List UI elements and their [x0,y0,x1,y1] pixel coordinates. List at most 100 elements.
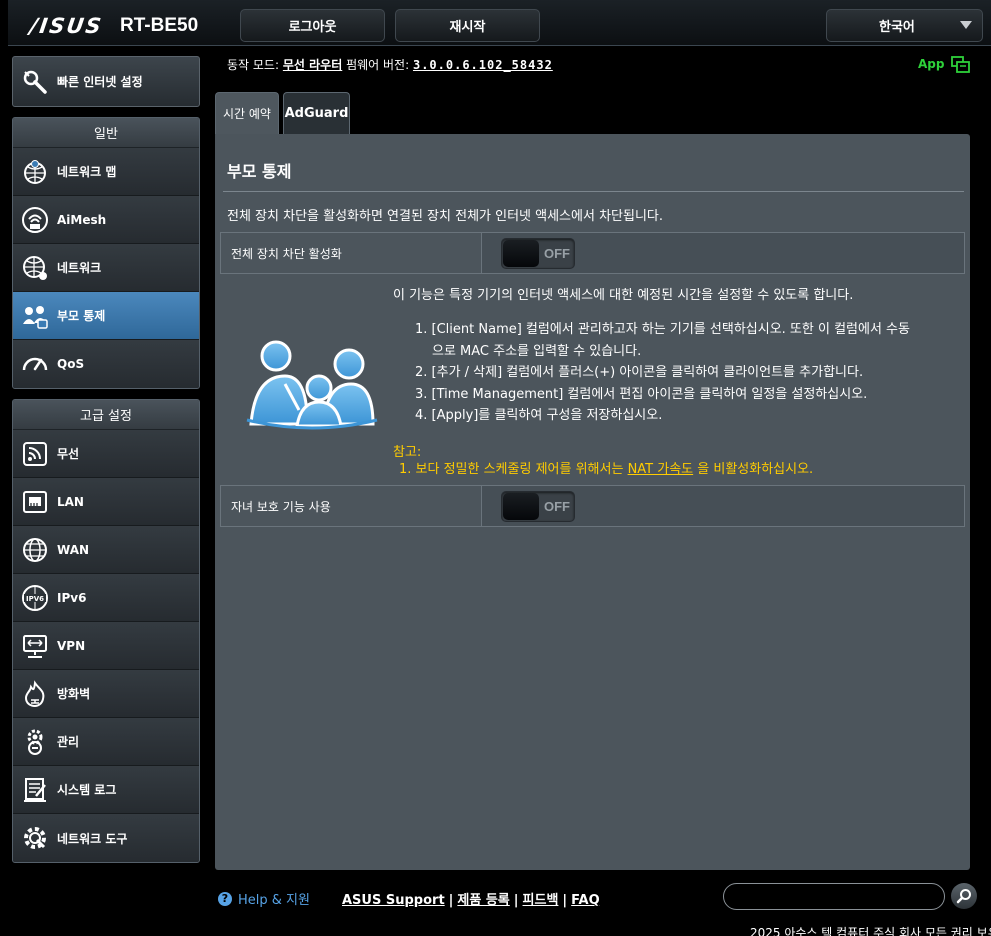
parental-control-label: 자녀 보호 기능 사용 [221,486,482,526]
quick-setup-label: 빠른 인터넷 설정 [57,75,143,89]
faq-link[interactable]: FAQ [571,893,600,908]
logout-button[interactable]: 로그아웃 [240,9,385,42]
step-4: 4. [Apply]를 클릭하여 구성을 저장하십시오. [415,408,663,424]
vpn-icon [23,634,47,658]
toggle-knob [503,239,539,267]
sidebar-item-label: 관리 [57,735,80,749]
parental-control-icon [23,305,48,329]
sidebar-item-label: 무선 [57,447,80,461]
sidebar-item-label: 네트워크 맵 [57,165,117,179]
wan-globe-icon [23,537,47,562]
reboot-button[interactable]: 재시작 [395,9,540,42]
wireless-icon [23,441,47,466]
sidebar-item-parental-control[interactable]: 부모 통제 [13,292,199,340]
footer-links: ASUS Support | 제품 등록 | 피드백 | FAQ [342,893,600,908]
copyright-text: 2025 아수스 텍 컴퓨터 주식 회사 모든 권리 보유. [750,926,991,936]
note-item: 1. 보다 정밀한 스케줄링 제어를 위해서는 NAT 가속도 을 비활성화하십… [399,458,813,477]
app-link[interactable]: App [918,57,944,71]
sidebar-item-label: LAN [57,494,84,509]
svg-text:IPV6: IPV6 [26,595,44,603]
sidebar-item-wan[interactable]: WAN [13,526,199,574]
network-tools-icon [24,827,46,849]
firmware-version-link[interactable]: 3.0.0.6.102_58432 [413,58,553,72]
sidebar-item-aimesh[interactable]: AiMesh [13,196,199,244]
nat-acceleration-link[interactable]: NAT 가속도 [628,462,694,477]
advanced-menu: 고급 설정 무선 LAN WAN IPV6 IPv6 VPN 방화벽 관리 시스… [12,399,200,863]
parental-control-panel: 부모 통제 전체 장치 차단을 활성화하면 연결된 장치 전체가 인터넷 액세스… [215,134,970,870]
sidebar-item-label: IPv6 [57,590,87,605]
sidebar-item-ipv6[interactable]: IPV6 IPv6 [13,574,199,622]
page-title: 부모 통제 [227,162,292,181]
block-all-label: 전체 장치 차단 활성화 [221,233,482,273]
feedback-link[interactable]: 피드백 [523,893,559,908]
note-suffix: 을 비활성화하십시오. [697,462,814,477]
help-question-icon: ? [218,891,232,906]
note-prefix: 1. 보다 정밀한 스케줄링 제어를 위해서는 [399,462,624,477]
step-1-continued: 으로 MAC 주소를 입력할 수 있습니다. [432,343,642,359]
sidebar-item-label: VPN [57,638,86,653]
network-globe-icon [23,255,47,280]
parental-control-toggle[interactable]: OFF [501,490,575,522]
asus-support-link[interactable]: ASUS Support [342,893,445,908]
administration-icon [27,729,43,755]
router-model: RT-BE50 [120,15,199,36]
step-2: 2. [추가 / 삭제] 컬럼에서 플러스(+) 아이콘을 클릭하여 클라이언트… [415,365,864,381]
sidebar-item-label: 네트워크 [57,261,102,275]
sidebar-item-network-tools[interactable]: 네트워크 도구 [13,814,199,862]
toggle-state: OFF [544,245,570,261]
sidebar-item-system-log[interactable]: 시스템 로그 [13,766,199,814]
search-button[interactable] [951,883,977,909]
sidebar-item-label: 시스템 로그 [57,783,117,797]
tab-time-scheduling[interactable]: 시간 예약 [215,92,279,134]
top-header: /ISUS RT-BE50 로그아웃 재시작 한국어 [8,0,991,46]
sidebar-item-label: AiMesh [57,212,107,227]
mode-label: 동작 모드: [227,58,280,72]
language-select[interactable]: 한국어 [826,9,983,42]
page-description: 전체 장치 차단을 활성화하면 연결된 장치 전체가 인터넷 액세스에서 차단됩… [227,209,664,224]
general-heading: 일반 [13,118,199,148]
app-devices-icon[interactable] [951,55,971,75]
block-all-toggle[interactable]: OFF [501,237,575,269]
sidebar-item-network-map[interactable]: 네트워크 맵 [13,148,199,196]
step-1: 1. [Client Name] 컬럼에서 관리하고자 하는 기기를 선택하십시… [415,322,910,337]
sidebar-item-vpn[interactable]: VPN [13,622,199,670]
general-menu: 일반 네트워크 맵 AiMesh 네트워크 부모 통제 QoS [12,117,200,389]
ipv6-icon: IPV6 [22,584,48,611]
language-value: 한국어 [879,20,915,35]
quick-internet-setup-button[interactable]: 빠른 인터넷 설정 [12,56,200,107]
sidebar-item-wireless[interactable]: 무선 [13,430,199,478]
sidebar-item-label: WAN [57,542,90,557]
sidebar-item-label: 부모 통제 [57,309,106,323]
block-all-row: 전체 장치 차단 활성화 OFF [220,232,965,274]
sidebar-item-label: 방화벽 [57,687,91,701]
sidebar-item-lan[interactable]: LAN [13,478,199,526]
aimesh-icon [22,206,48,233]
title-divider [223,191,964,192]
firmware-label: 펌웨어 버전: [346,58,410,72]
instruction-steps: 1. [Client Name] 컬럼에서 관리하고자 하는 기기를 선택하십시… [415,319,910,427]
sidebar-item-administration[interactable]: 관리 [13,718,199,766]
step-3: 3. [Time Management] 컬럼에서 편집 아이콘을 클릭하여 일… [415,386,868,402]
family-illustration [246,340,378,430]
search-icon [956,889,971,904]
sidebar-item-qos[interactable]: QoS [13,340,199,388]
tab-adguard[interactable]: AdGuard [283,92,350,134]
search-input[interactable] [723,883,945,910]
parental-control-row: 자녀 보호 기능 사용 OFF [220,485,965,527]
firewall-icon [24,679,45,707]
network-map-icon [24,159,46,184]
quick-setup-wrench-icon [23,70,47,94]
toggle-knob [503,492,539,520]
operation-mode-link[interactable]: 무선 라우터 [283,58,342,72]
feature-intro: 이 기능은 특정 기기의 인터넷 액세스에 대한 예정된 시간을 설정할 수 있… [393,288,854,303]
system-log-icon [24,777,46,802]
sidebar-item-network[interactable]: 네트워크 [13,244,199,292]
status-line: 동작 모드: 무선 라우터 펌웨어 버전: 3.0.0.6.102_58432 [227,56,553,73]
sidebar-item-label: QoS [57,357,85,371]
help-label: Help & 지원 [238,893,310,908]
sidebar-item-firewall[interactable]: 방화벽 [13,670,199,718]
help-support[interactable]: ? Help & 지원 [218,889,310,908]
asus-logo: /ISUS [28,14,105,38]
advanced-heading: 고급 설정 [13,400,199,430]
product-registration-link[interactable]: 제품 등록 [457,893,509,908]
